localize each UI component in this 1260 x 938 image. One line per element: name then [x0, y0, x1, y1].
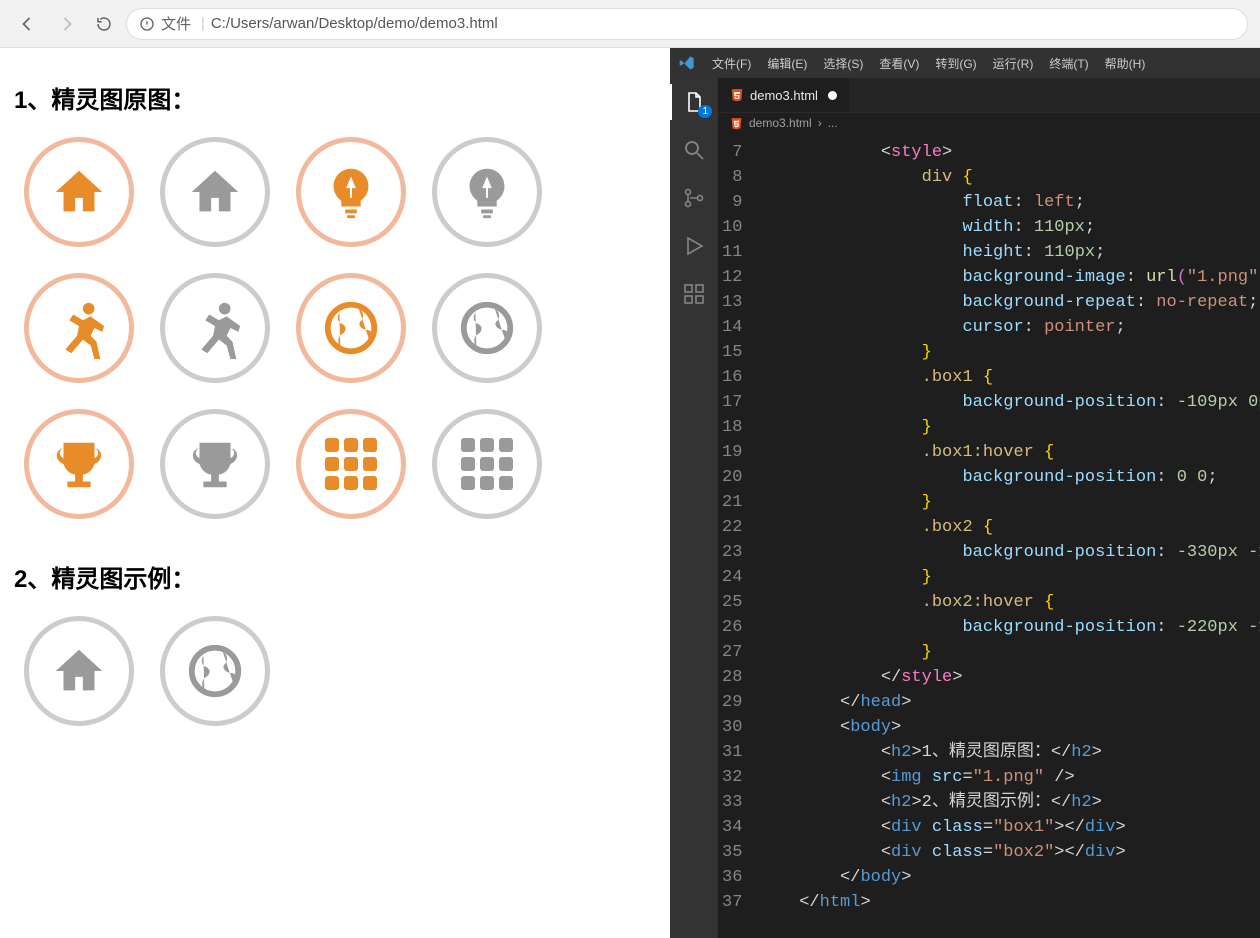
- file-protocol-label: 文件: [161, 13, 191, 34]
- html5-icon: [730, 117, 743, 130]
- sprite-globe-icon[interactable]: [432, 273, 542, 383]
- explorer-icon[interactable]: 1: [680, 88, 708, 116]
- url-text: C:/Users/arwan/Desktop/demo/demo3.html: [211, 15, 498, 32]
- tab-title: demo3.html: [750, 88, 818, 103]
- breadcrumb-more: ...: [828, 116, 838, 130]
- sprite-grid-icon[interactable]: [296, 409, 406, 519]
- reload-button[interactable]: [88, 8, 120, 40]
- source-control-icon[interactable]: [680, 184, 708, 212]
- extensions-icon[interactable]: [680, 280, 708, 308]
- separator: |: [201, 15, 205, 32]
- editor-menubar: 文件(F)编辑(E)选择(S)查看(V)转到(G)运行(R)终端(T)帮助(H): [670, 48, 1260, 78]
- sprite-example-globe[interactable]: [160, 616, 270, 726]
- menu-item[interactable]: 帮助(H): [1097, 51, 1154, 76]
- sprite-run-icon[interactable]: [24, 273, 134, 383]
- breadcrumb-file: demo3.html: [749, 116, 812, 130]
- back-button[interactable]: [12, 8, 44, 40]
- breadcrumb[interactable]: demo3.html › ...: [718, 112, 1260, 134]
- menu-item[interactable]: 查看(V): [871, 51, 927, 76]
- search-icon[interactable]: [680, 136, 708, 164]
- menu-item[interactable]: 终端(T): [1041, 51, 1096, 76]
- explorer-badge: 1: [698, 105, 712, 118]
- sprite-grid-icon[interactable]: [432, 409, 542, 519]
- browser-toolbar: 文件 | C:/Users/arwan/Desktop/demo/demo3.h…: [0, 0, 1260, 48]
- menu-item[interactable]: 编辑(E): [759, 51, 815, 76]
- page-heading-2: 2、精灵图示例：: [14, 559, 656, 594]
- modified-dot-icon: [828, 91, 837, 100]
- sprite-run-icon[interactable]: [160, 273, 270, 383]
- vscode-window: 文件(F)编辑(E)选择(S)查看(V)转到(G)运行(R)终端(T)帮助(H)…: [670, 48, 1260, 938]
- browser-viewport: 1、精灵图原图： 2、精灵图示例：: [0, 48, 670, 938]
- code-editor[interactable]: 7891011121314151617181920212223242526272…: [718, 134, 1260, 938]
- vscode-logo-icon: [678, 54, 696, 72]
- sprite-home-icon[interactable]: [160, 137, 270, 247]
- page-heading-1: 1、精灵图原图：: [14, 80, 656, 115]
- sprite-bulb-icon[interactable]: [296, 137, 406, 247]
- activity-bar: 1: [670, 78, 718, 938]
- run-debug-icon[interactable]: [680, 232, 708, 260]
- menu-item[interactable]: 运行(R): [985, 51, 1042, 76]
- forward-button[interactable]: [50, 8, 82, 40]
- code-content[interactable]: <style> div { float: left; width: 110px;…: [758, 134, 1260, 938]
- sprite-globe-icon[interactable]: [296, 273, 406, 383]
- menu-item[interactable]: 选择(S): [815, 51, 871, 76]
- sprite-home-icon[interactable]: [24, 137, 134, 247]
- chevron-right-icon: ›: [818, 116, 822, 130]
- html5-icon: [730, 88, 744, 102]
- sprite-sheet-image: [24, 137, 656, 519]
- menu-item[interactable]: 转到(G): [927, 51, 984, 76]
- sprite-bulb-icon[interactable]: [432, 137, 542, 247]
- line-gutter: 7891011121314151617181920212223242526272…: [718, 134, 758, 938]
- sprite-trophy-icon[interactable]: [24, 409, 134, 519]
- tab-demo3[interactable]: demo3.html: [718, 78, 850, 112]
- sprite-trophy-icon[interactable]: [160, 409, 270, 519]
- sprite-example-home[interactable]: [24, 616, 134, 726]
- menu-item[interactable]: 文件(F): [704, 51, 759, 76]
- editor-tabs: demo3.html: [718, 78, 1260, 112]
- address-bar[interactable]: 文件 | C:/Users/arwan/Desktop/demo/demo3.h…: [126, 8, 1248, 40]
